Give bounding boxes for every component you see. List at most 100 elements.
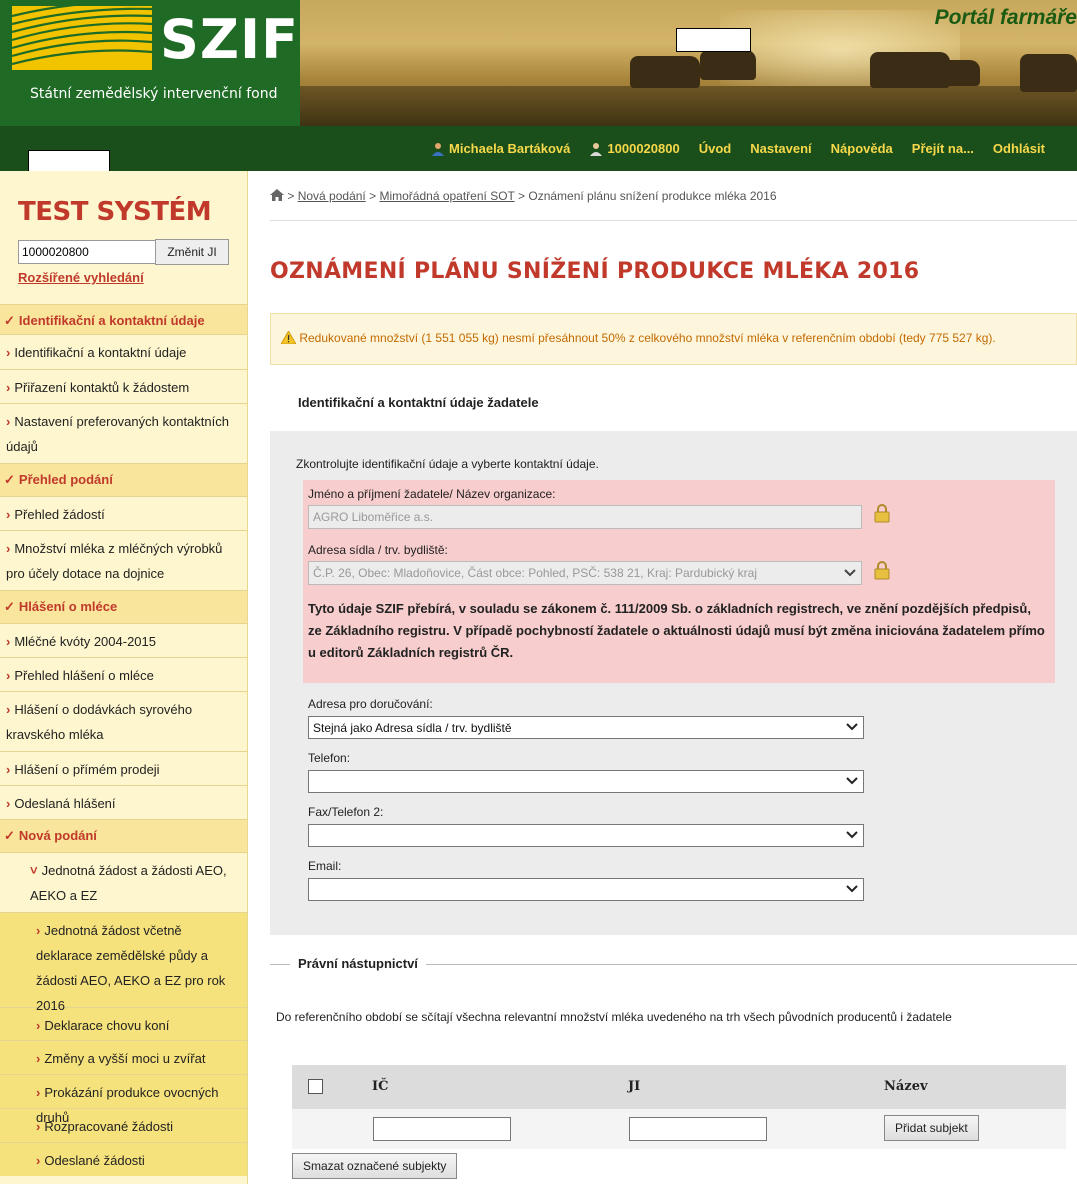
phone-select[interactable] (308, 770, 864, 793)
sidebar-item-label: Přehled hlášení o mléce (14, 668, 154, 683)
sidebar-item-label: Hlášení o mléce (18, 599, 118, 614)
sidebar-item-label: Rozpracované žádosti (44, 1119, 173, 1134)
sidebar-item[interactable]: ˅ Jednotná žádost a žádosti AEO, AEKO a E… (0, 852, 247, 912)
email-select[interactable] (308, 878, 864, 901)
sidebar-item[interactable]: › Přehled hlášení o mléce (0, 657, 247, 691)
nav-nastaveni[interactable]: Nastavení (750, 141, 811, 156)
succession-fieldset: Právní nástupnictví Do referenčního obdo… (270, 956, 1077, 1184)
chevron-right-icon: › (6, 414, 11, 429)
sidebar-item[interactable]: › Identifikační a kontaktní údaje (0, 334, 247, 369)
chevron-down-icon (846, 831, 858, 839)
sidebar-item[interactable]: › Změny a vyšší moci u zvířat (0, 1040, 247, 1074)
identification-fieldset: Identifikační a kontaktní údaje žadatele… (270, 395, 1077, 935)
phone-label: Telefon: (308, 751, 351, 765)
user-name-link[interactable]: Michaela Bartáková (431, 141, 570, 156)
sidebar-item[interactable]: › Mléčné kvóty 2004-2015 (0, 623, 247, 657)
logo-text: SZIF (160, 8, 300, 71)
delete-selected-button[interactable]: Smazat označené subjekty (292, 1153, 458, 1179)
change-ji-button[interactable]: Změnit JI (155, 239, 229, 265)
breadcrumb-separator: > (287, 189, 295, 203)
sidebar-item-label: Mléčné kvóty 2004-2015 (14, 634, 156, 649)
nav-uvod[interactable]: Úvod (699, 141, 732, 156)
breadcrumb-nova-podani[interactable]: Nová podání (298, 189, 366, 203)
sidebar-item-label: Přehled žádostí (14, 507, 105, 522)
column-header-nazev: Název (884, 1079, 928, 1094)
chevron-right-icon: › (36, 1119, 41, 1134)
column-header-ic: IČ (372, 1079, 389, 1094)
chevron-right-icon: › (6, 796, 11, 811)
sun-rays-logo-icon (12, 6, 152, 70)
breadcrumb-mimoradna-opatreni[interactable]: Mimořádná opatření SOT (379, 189, 514, 203)
check-icon: ✓ (4, 313, 15, 328)
sidebar-item[interactable]: ✓ Nová podání (0, 819, 247, 852)
sidebar-item[interactable]: › Hlášení o přímém prodeji (0, 751, 247, 785)
warning-message: Redukované množství (1 551 055 kg) nesmí… (270, 313, 1077, 365)
sidebar-item[interactable]: ›Prokázání produkce ovocných druhů (0, 1074, 247, 1125)
sidebar-item[interactable]: › Rozpracované žádosti (0, 1108, 247, 1142)
delivery-address-select[interactable]: Stejná jako Adresa sídla / trv. bydliště (308, 716, 864, 739)
sidebar-item[interactable]: › Odeslaná hlášení (0, 785, 247, 819)
header-banner: SZIF Státní zemědělský intervenční fond … (0, 0, 1077, 126)
chevron-right-icon: › (6, 345, 11, 360)
identification-instruction: Zkontrolujte identifikační údaje a vyber… (296, 457, 599, 471)
top-navigation: Michaela Bartáková 1000020800 Úvod Nasta… (0, 126, 1077, 172)
user-icon (432, 142, 444, 156)
succession-legend: Právní nástupnictví (290, 956, 426, 971)
chevron-right-icon: › (6, 380, 11, 395)
check-icon: ✓ (4, 599, 15, 614)
email-label: Email: (308, 859, 342, 873)
ji-row-input[interactable] (629, 1117, 767, 1141)
add-subject-button[interactable]: Přidat subjekt (884, 1115, 979, 1141)
chevron-down-icon (846, 777, 858, 785)
sidebar-item[interactable]: › Přiřazení kontaktů k žádostem (0, 369, 247, 403)
chevron-down-icon (844, 569, 856, 577)
chevron-down-icon (846, 723, 858, 731)
szif-logo[interactable]: SZIF Státní zemědělský intervenční fond (0, 0, 300, 126)
name-label: Jméno a příjmení žadatele/ Název organiz… (308, 487, 556, 501)
ic-input[interactable] (373, 1117, 511, 1141)
sidebar-item-label: Odeslaná hlášení (14, 796, 116, 811)
chevron-right-icon: › (36, 1085, 41, 1100)
breadcrumb-current: Oznámení plánu snížení produkce mléka 20… (528, 189, 777, 203)
sidebar-item-label: Jednotná žádost včetně deklarace zeměděl… (36, 923, 226, 1013)
registry-data-box: Jméno a příjmení žadatele/ Název organiz… (303, 480, 1055, 683)
sidebar-item[interactable]: › Odeslané žádosti (0, 1142, 247, 1176)
chevron-right-icon: › (6, 702, 11, 717)
home-icon[interactable] (270, 189, 284, 201)
check-icon: ✓ (4, 828, 15, 843)
ji-input[interactable] (18, 240, 156, 264)
page-title: OZNÁMENÍ PLÁNU SNÍŽENÍ PRODUKCE MLÉKA 20… (270, 259, 920, 284)
sidebar-item[interactable]: ✓ Přehled podání (0, 463, 247, 496)
user-name: Michaela Bartáková (449, 141, 571, 156)
table-header: IČ JI Název (292, 1065, 1066, 1109)
sidebar-item[interactable]: ✓ Hlášení o mléce (0, 590, 247, 623)
chevron-right-icon: › (6, 668, 11, 683)
advanced-search-link[interactable]: Rozšířené vyhledání (18, 270, 144, 285)
name-field (308, 505, 862, 529)
divider (270, 220, 1077, 221)
sidebar-item[interactable]: › Hlášení o dodávkách syrového kravského … (0, 691, 247, 751)
nav-odhlasit[interactable]: Odhlásit (993, 141, 1045, 156)
column-header-ji: JI (628, 1079, 641, 1094)
sidebar-item[interactable]: ✓ Identifikační a kontaktní údaje (0, 304, 247, 334)
sidebar-item[interactable]: › Nastavení preferovaných kontaktních úda… (0, 403, 247, 463)
chevron-right-icon: › (6, 541, 11, 556)
sidebar-item-label: Nová podání (18, 828, 97, 843)
user-id-link[interactable]: 1000020800 (589, 141, 680, 156)
sidebar-item[interactable]: › Množství mléka z mléčných výrobků pro ú… (0, 530, 247, 590)
sidebar-item-label: Změny a vyšší moci u zvířat (44, 1051, 206, 1066)
sidebar-item[interactable]: › Jednotná žádost včetně deklarace zemědě… (0, 912, 247, 1013)
nav-prejit-na[interactable]: Přejít na... (912, 141, 974, 156)
fax-select[interactable] (308, 824, 864, 847)
identification-legend: Identifikační a kontaktní údaje žadatele (290, 395, 547, 410)
breadcrumb-separator: > (369, 189, 377, 203)
nav-napoveda[interactable]: Nápověda (831, 141, 893, 156)
chevron-right-icon: ˅ (30, 863, 38, 878)
sidebar-item[interactable]: › Přehled žádostí (0, 496, 247, 530)
select-all-checkbox[interactable] (308, 1079, 323, 1094)
system-title: TEST SYSTÉM (18, 197, 212, 227)
delivery-address-label: Adresa pro doručování: (308, 697, 433, 711)
logo-subtitle: Státní zemědělský intervenční fond (30, 86, 278, 102)
lock-icon (874, 504, 890, 523)
header-photo: Portál farmáře (300, 0, 1077, 126)
